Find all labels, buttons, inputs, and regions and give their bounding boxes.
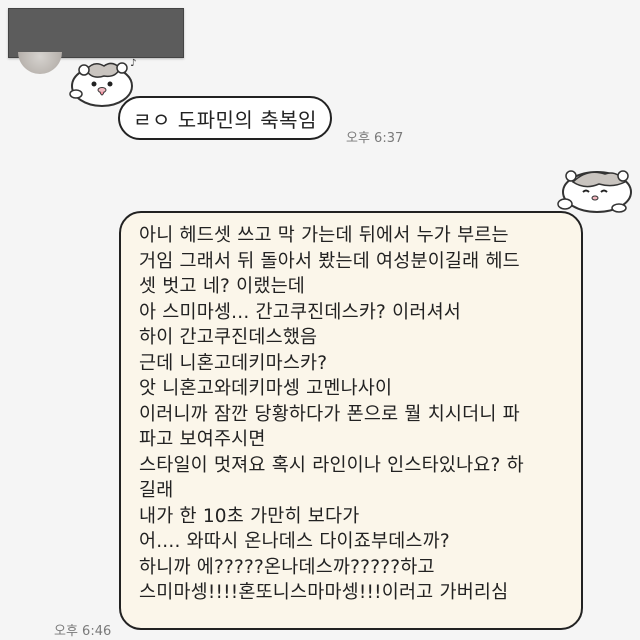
- chat-screen: ♪ ㄹㅇ 도파민의 축복임 오후 6:37 아니 헤드셋 쓰고 막 가는데 뒤에…: [0, 0, 640, 640]
- outgoing-message-bubble[interactable]: 아니 헤드셋 쓰고 막 가는데 뒤에서 누가 부르는 거임 그래서 뒤 돌아서 …: [119, 211, 583, 630]
- message-line: 스타일이 멋져요 혹시 라인이나 인스타있나요? 하: [139, 454, 524, 476]
- svg-text:♪: ♪: [130, 58, 136, 69]
- avatar[interactable]: [18, 52, 62, 74]
- incoming-message-text: ㄹㅇ 도파민의 축복임: [133, 107, 317, 132]
- message-line: 하니까 에?????온나데스까?????하고: [139, 556, 435, 578]
- message-line: 내가 한 10초 가만히 보다가: [139, 505, 360, 527]
- message-line: 아니 헤드셋 쓰고 막 가는데 뒤에서 누가 부르는: [139, 225, 509, 246]
- redacted-sender-name: [8, 8, 184, 58]
- message-line: 어.... 와따시 온나데스 다이죠부데스까?: [139, 531, 450, 552]
- incoming-message-time: 오후 6:37: [346, 131, 404, 146]
- message-line: 길래: [139, 480, 174, 501]
- message-line: 이러니까 잠깐 당황하다가 폰으로 뭘 치시더니 파: [139, 403, 520, 425]
- message-line: 아 스미마셍... 간고쿠진데스카? 이러셔서: [139, 301, 462, 323]
- message-line: 근데 니혼고데키마스카?: [139, 352, 328, 374]
- message-line: 셋 벗고 네? 이랬는데: [139, 276, 306, 297]
- message-line: 거임 그래서 뒤 돌아서 봤는데 여성분이길래 헤드: [139, 250, 520, 272]
- incoming-message-bubble[interactable]: ㄹㅇ 도파민의 축복임: [118, 96, 332, 140]
- hamster-sticker-icon: [557, 170, 632, 213]
- message-line: 하이 간고쿠진데스했음: [139, 327, 318, 348]
- message-line: 스미마셍!!!!혼또니스마마셍!!!이러고 가버리심: [139, 582, 509, 603]
- message-line: 파고 보여주시면: [139, 429, 266, 450]
- outgoing-message-time: 오후 6:46: [54, 624, 112, 639]
- message-line: 앗 니혼고와데키마셍 고멘나사이: [139, 378, 393, 399]
